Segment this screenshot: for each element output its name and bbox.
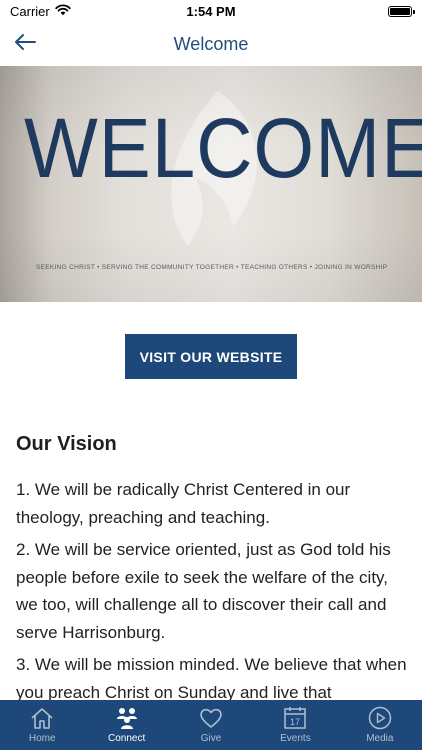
tab-home[interactable]: Home [0,700,84,750]
home-icon [29,705,55,731]
tab-bar: Home Connect Give 17 Events Media [0,700,422,750]
tab-label: Home [28,733,56,744]
vision-heading: Our Vision [16,433,117,455]
tab-connect[interactable]: Connect [84,700,168,750]
arrow-left-icon [14,33,36,56]
page-title: Welcome [173,33,249,54]
tab-events[interactable]: 17 Events [253,700,337,750]
status-bar: Carrier 1:54 PM [0,0,422,22]
battery-icon [388,5,415,17]
welcome-sign-tagline: SEEKING CHRIST • SERVING THE COMMUNITY T… [36,264,388,271]
nav-bar: Welcome [0,22,422,66]
vision-paragraph: 2. We will be service oriented, just as … [16,540,391,642]
wifi-icon [55,3,71,19]
visit-website-button[interactable]: VISIT OUR WEBSITE [125,334,297,379]
calendar-day: 17 [290,717,300,727]
tab-give[interactable]: Give [169,700,253,750]
heart-icon [198,705,224,731]
tab-media[interactable]: Media [338,700,422,750]
status-left: Carrier [10,4,71,19]
vision-paragraph: 1. We will be radically Christ Centered … [16,480,351,527]
people-icon [114,705,140,731]
play-icon [367,705,393,731]
vision-paragraph: 3. We will be mission minded. We believe… [16,655,407,702]
tab-label: Connect [107,733,146,744]
calendar-icon: 17 [282,705,308,731]
hero-image: WELCOME SEEKING CHRIST • SERVING THE COM… [0,66,422,302]
tab-label: Media [366,733,394,744]
carrier-label: Carrier [10,3,50,19]
welcome-sign-text: WELCOME [24,101,422,195]
tab-label: Events [280,733,311,744]
back-button[interactable] [8,28,42,60]
vision-body: 1. We will be radically Christ Centered … [16,476,412,711]
tab-label: Give [200,733,222,744]
